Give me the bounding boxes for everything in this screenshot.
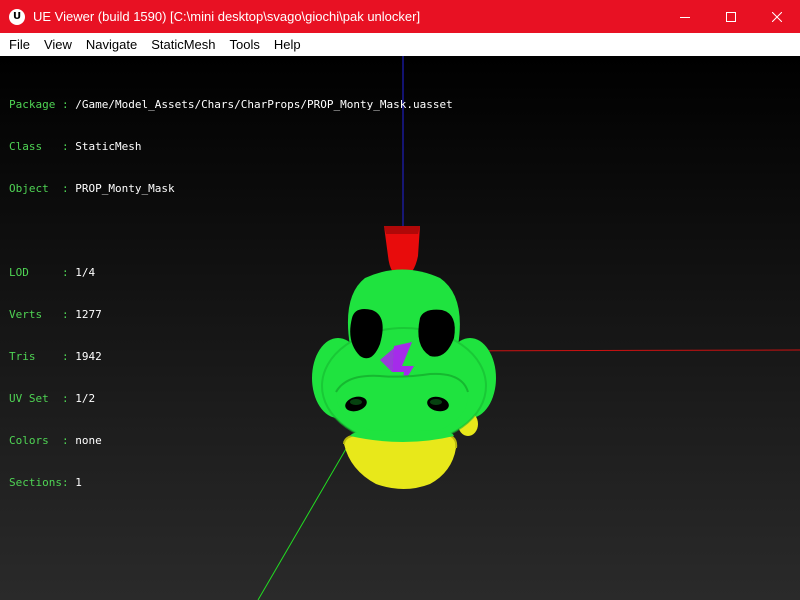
mesh-info-overlay: Package : /Game/Model_Assets/Chars/CharP… xyxy=(9,70,453,518)
menu-file[interactable]: File xyxy=(2,33,37,56)
window-title: UE Viewer (build 1590) [C:\mini desktop\… xyxy=(33,9,421,24)
menu-view[interactable]: View xyxy=(37,33,79,56)
menu-tools[interactable]: Tools xyxy=(223,33,267,56)
3d-viewport[interactable]: Package : /Game/Model_Assets/Chars/CharP… xyxy=(0,56,800,600)
stat-row-colors: Colors : none xyxy=(9,434,102,447)
stat-row-tris: Tris : 1942 xyxy=(9,350,102,363)
title-bar: U UE Viewer (build 1590) [C:\mini deskto… xyxy=(0,0,800,33)
stat-row-lod: LOD : 1/4 xyxy=(9,266,96,279)
info-row-package: Package : /Game/Model_Assets/Chars/CharP… xyxy=(9,98,453,111)
info-row-class: Class : StaticMesh xyxy=(9,140,142,153)
menu-bar: File View Navigate StaticMesh Tools Help xyxy=(0,33,800,56)
close-button[interactable] xyxy=(754,0,800,33)
stat-row-sections: Sections: 1 xyxy=(9,476,82,489)
minimize-button[interactable] xyxy=(662,0,708,33)
minimize-icon xyxy=(680,16,690,18)
menu-help[interactable]: Help xyxy=(267,33,308,56)
stat-row-verts: Verts : 1277 xyxy=(9,308,102,321)
info-row-object: Object : PROP_Monty_Mask xyxy=(9,182,175,195)
menu-staticmesh[interactable]: StaticMesh xyxy=(144,33,222,56)
unreal-engine-logo-icon: U xyxy=(9,8,25,25)
maximize-button[interactable] xyxy=(708,0,754,33)
menu-navigate[interactable]: Navigate xyxy=(79,33,144,56)
maximize-icon xyxy=(726,11,736,22)
stat-row-uvset: UV Set : 1/2 xyxy=(9,392,96,405)
close-icon xyxy=(772,11,782,22)
